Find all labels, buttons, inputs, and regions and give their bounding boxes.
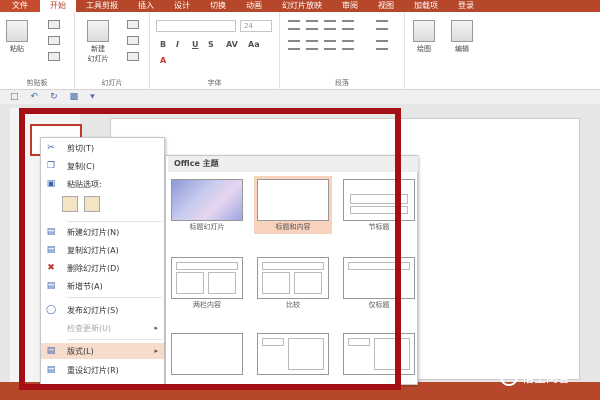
underline-button[interactable]: U bbox=[192, 40, 199, 49]
editing-button[interactable]: 编辑 bbox=[451, 20, 473, 54]
decrease-indent-icon[interactable] bbox=[324, 20, 336, 30]
ribbon-tab-bar: 文件 开始 工具剪报 插入 设计 切换 动画 幻灯片放映 审阅 视图 加载项 登… bbox=[0, 0, 600, 12]
tab-slideshow[interactable]: 幻灯片放映 bbox=[272, 0, 332, 12]
ribbon: 粘贴 剪贴板 新建 幻灯片 幻灯片 24 B I U S AV Aa A 字体 bbox=[0, 12, 600, 90]
shapes-icon bbox=[413, 20, 435, 42]
tab-animations[interactable]: 动画 bbox=[236, 0, 272, 12]
font-size-combo[interactable]: 24 bbox=[240, 20, 272, 32]
tab-transitions[interactable]: 切换 bbox=[200, 0, 236, 12]
paste-button[interactable]: 粘贴 bbox=[6, 20, 28, 54]
format-painter-icon[interactable] bbox=[48, 52, 60, 61]
group-drawing: 绘图 bbox=[405, 12, 445, 90]
group-slides: 新建 幻灯片 幻灯片 bbox=[75, 12, 150, 90]
align-right-icon[interactable] bbox=[324, 40, 336, 50]
font-name-combo[interactable] bbox=[156, 20, 236, 32]
group-font: 24 B I U S AV Aa A 字体 bbox=[150, 12, 280, 90]
binoculars-icon bbox=[451, 20, 473, 42]
annotation-highlight-box bbox=[19, 108, 401, 390]
drawing-label: 绘图 bbox=[417, 45, 431, 53]
change-case-button[interactable]: Aa bbox=[248, 40, 260, 49]
new-slide-icon bbox=[87, 20, 109, 42]
group-editing: 编辑 bbox=[445, 12, 485, 90]
font-group-label: 字体 bbox=[207, 79, 222, 87]
section-icon[interactable] bbox=[127, 52, 139, 61]
font-color-button[interactable]: A bbox=[160, 56, 166, 65]
quick-access-toolbar: □ ↶ ↻ ▩ ▾ bbox=[0, 90, 600, 104]
redo-icon[interactable]: ↻ bbox=[50, 92, 58, 102]
numbering-icon[interactable] bbox=[306, 20, 318, 30]
strikethrough-button[interactable]: S bbox=[208, 40, 214, 49]
paragraph-group-label: 段落 bbox=[335, 79, 349, 87]
drawing-button[interactable]: 绘图 bbox=[413, 20, 435, 54]
tab-view[interactable]: 视图 bbox=[368, 0, 404, 12]
slides-group-label: 幻灯片 bbox=[101, 79, 123, 87]
tab-signin[interactable]: 登录 bbox=[448, 0, 484, 12]
align-center-icon[interactable] bbox=[306, 40, 318, 50]
qat-customize-icon[interactable]: ▾ bbox=[90, 92, 95, 102]
start-slideshow-icon[interactable]: ▩ bbox=[70, 92, 79, 102]
bold-button[interactable]: B bbox=[160, 40, 166, 49]
align-left-icon[interactable] bbox=[288, 40, 300, 50]
tab-insert[interactable]: 插入 bbox=[128, 0, 164, 12]
group-clipboard: 粘贴 剪贴板 bbox=[0, 12, 75, 90]
new-slide-label: 新建 幻灯片 bbox=[87, 45, 109, 63]
text-direction-icon[interactable] bbox=[376, 20, 388, 30]
watermark: 悟空问答 bbox=[500, 366, 595, 388]
undo-icon[interactable]: ↶ bbox=[31, 92, 39, 102]
reset-icon[interactable] bbox=[127, 36, 139, 45]
save-icon[interactable]: □ bbox=[10, 92, 19, 102]
char-spacing-button[interactable]: AV bbox=[226, 40, 238, 49]
watermark-text: 悟空问答 bbox=[522, 370, 571, 385]
tab-tools[interactable]: 工具剪报 bbox=[76, 0, 128, 12]
clipboard-group-label: 剪贴板 bbox=[26, 79, 48, 87]
group-paragraph: 段落 bbox=[280, 12, 405, 90]
justify-icon[interactable] bbox=[342, 40, 354, 50]
copy-icon[interactable] bbox=[48, 36, 60, 45]
tab-review[interactable]: 审阅 bbox=[332, 0, 368, 12]
paste-label: 粘贴 bbox=[10, 45, 24, 53]
editing-label: 编辑 bbox=[455, 45, 469, 53]
paste-icon bbox=[6, 20, 28, 42]
layout-icon[interactable] bbox=[127, 20, 139, 29]
tab-addins[interactable]: 加载项 bbox=[404, 0, 448, 12]
tab-file[interactable]: 文件 bbox=[0, 0, 40, 12]
increase-indent-icon[interactable] bbox=[342, 20, 354, 30]
cut-icon[interactable] bbox=[48, 20, 60, 29]
new-slide-button[interactable]: 新建 幻灯片 bbox=[87, 20, 109, 64]
tab-home[interactable]: 开始 bbox=[40, 0, 76, 12]
watermark-logo-icon bbox=[500, 368, 518, 386]
align-text-icon[interactable] bbox=[376, 40, 388, 50]
bullets-icon[interactable] bbox=[288, 20, 300, 30]
tab-design[interactable]: 设计 bbox=[164, 0, 200, 12]
italic-button[interactable]: I bbox=[176, 40, 179, 49]
